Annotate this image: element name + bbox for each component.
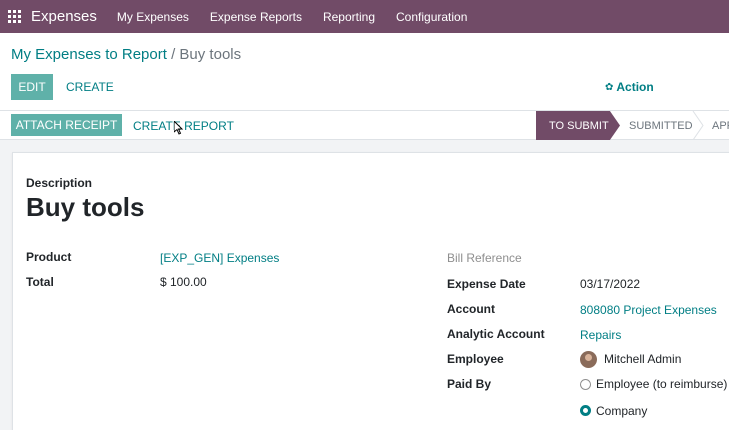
nav-item-configuration[interactable]: Configuration	[396, 10, 467, 24]
edit-button[interactable]: EDIT	[11, 74, 53, 100]
apps-menu-icon[interactable]	[8, 10, 21, 23]
account-value[interactable]: 808080 Project Expenses	[580, 303, 717, 317]
total-label: Total	[26, 275, 54, 289]
control-panel: My Expenses to Report / Buy tools EDIT C…	[0, 33, 729, 111]
analytic-account-value[interactable]: Repairs	[580, 328, 621, 342]
nav-item-expense-reports[interactable]: Expense Reports	[210, 10, 302, 24]
nav-item-reporting[interactable]: Reporting	[323, 10, 375, 24]
employee-avatar	[580, 351, 597, 368]
product-label: Product	[26, 250, 72, 264]
account-label: Account	[447, 302, 495, 316]
bill-reference-label: Bill Reference	[447, 251, 522, 265]
total-value: $ 100.00	[160, 275, 207, 289]
stage-approved[interactable]: APP	[712, 111, 729, 140]
description-label: Description	[26, 176, 93, 190]
stage-to-submit[interactable]: TO SUBMIT	[536, 111, 620, 140]
attach-receipt-button[interactable]: ATTACH RECEIPT	[11, 114, 122, 136]
paid-by-employee-radio[interactable]	[580, 379, 591, 390]
top-navbar: Expenses My Expenses Expense Reports Rep…	[0, 0, 729, 33]
breadcrumb: My Expenses to Report / Buy tools	[11, 46, 241, 63]
expense-date-label: Expense Date	[447, 277, 526, 291]
action-label: Action	[616, 80, 654, 94]
stage-label: TO SUBMIT	[549, 119, 609, 132]
breadcrumb-separator: /	[171, 46, 176, 63]
form-statusbar: ATTACH RECEIPT CREATE REPORT TO SUBMIT S…	[0, 111, 729, 140]
stage-label: SUBMITTED	[629, 119, 693, 132]
nav-item-my-expenses[interactable]: My Expenses	[117, 10, 189, 24]
stage-submitted[interactable]: SUBMITTED	[629, 111, 693, 140]
expense-date-value: 03/17/2022	[580, 277, 641, 291]
app-brand[interactable]: Expenses	[31, 8, 97, 25]
paid-by-company-label[interactable]: Company	[596, 404, 647, 418]
employee-label: Employee	[447, 352, 504, 366]
breadcrumb-current: Buy tools	[179, 46, 242, 63]
paid-by-label: Paid By	[447, 377, 492, 391]
paid-by-company-radio[interactable]	[580, 405, 591, 416]
analytic-account-label: Analytic Account	[447, 327, 545, 341]
create-button[interactable]: CREATE	[66, 80, 114, 94]
gear-icon: ✿	[605, 81, 614, 93]
breadcrumb-parent[interactable]: My Expenses to Report	[11, 46, 167, 63]
stage-divider-icon	[692, 111, 704, 140]
product-value[interactable]: [EXP_GEN] Expenses	[160, 251, 279, 265]
stage-label: APP	[712, 119, 729, 132]
employee-value[interactable]: Mitchell Admin	[604, 352, 681, 366]
paid-by-employee-label[interactable]: Employee (to reimburse)	[596, 377, 727, 391]
action-menu-button[interactable]: ✿ Action	[605, 80, 654, 94]
expense-title: Buy tools	[26, 192, 145, 222]
